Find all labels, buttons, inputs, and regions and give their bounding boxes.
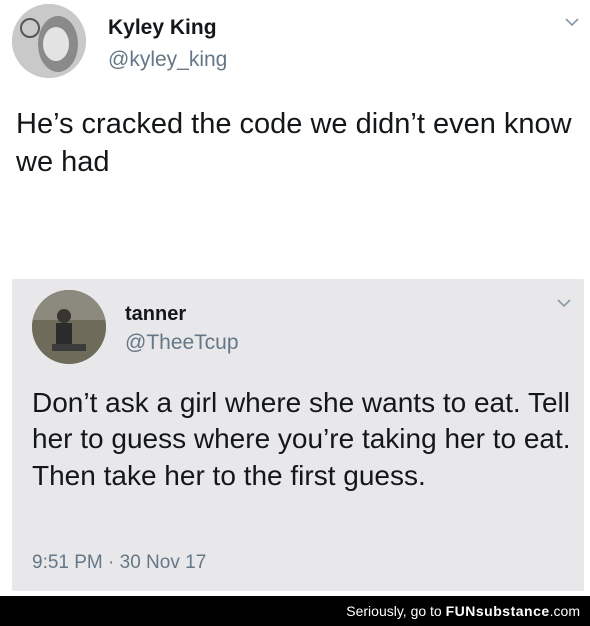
display-name[interactable]: tanner [125,303,186,326]
user-handle[interactable]: @TheeTcup [125,331,239,355]
tweet-timestamp[interactable]: 9:51 PM · 30 Nov 17 [32,552,206,574]
watermark-suffix: .com [549,603,580,619]
avatar-photo [32,290,106,364]
avatar[interactable] [12,4,86,78]
chevron-down-icon[interactable] [557,299,571,308]
watermark-prefix: Seriously, go to [346,603,446,619]
outer-tweet: Kyley King @kyley_king He’s cracked the … [0,0,590,280]
quoted-tweet[interactable]: tanner @TheeTcup Don’t ask a girl where … [12,279,584,591]
tweet-text: Don’t ask a girl where she wants to eat.… [32,387,571,491]
watermark-bar: Seriously, go to FUNsubstance.com [0,596,590,626]
chevron-down-icon[interactable] [565,18,579,27]
avatar[interactable] [32,290,106,364]
watermark-brand: FUNsubstance [445,603,550,619]
watermark-text: Seriously, go to FUNsubstance.com [346,603,580,619]
display-name[interactable]: Kyley King [108,16,217,40]
user-handle[interactable]: @kyley_king [108,48,227,72]
tweet-text: He’s cracked the code we didn’t even kno… [16,108,572,178]
avatar-photo [12,4,86,78]
